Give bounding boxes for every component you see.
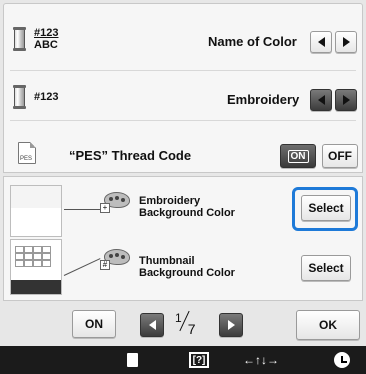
- presser-foot-icon: ←↑↓→: [243, 353, 279, 367]
- settings-panel-top: #123 ABC Name of Color #123 Embroidery P…: [3, 3, 363, 173]
- arrow-right-icon: [227, 320, 235, 330]
- embroidery-background-select-button[interactable]: Select: [301, 195, 351, 221]
- status-bar: [?] ←↑↓→: [0, 346, 366, 374]
- pes-on-button[interactable]: ON: [280, 144, 316, 168]
- brand-next-button[interactable]: [335, 89, 357, 111]
- thread-spool-icon: [13, 85, 26, 109]
- page-indicator: 17: [175, 310, 195, 337]
- on-button[interactable]: ON: [72, 310, 116, 338]
- arrow-right-icon: [342, 37, 350, 47]
- help-button[interactable]: [?]: [184, 346, 214, 374]
- clock-icon: [334, 352, 350, 368]
- page-next-button[interactable]: [219, 313, 243, 337]
- presser-foot-button[interactable]: ←↑↓→: [236, 346, 286, 374]
- brand-prev-button[interactable]: [310, 89, 332, 111]
- thumbnail-background-label: Thumbnail Background Color: [139, 255, 235, 279]
- thumbnail-grid-icon: #: [100, 260, 110, 270]
- thumbnail-background-preview: [10, 239, 62, 295]
- embroidery-area-icon: +: [100, 203, 110, 213]
- clock-button[interactable]: [330, 346, 354, 374]
- settings-screen: #123 ABC Name of Color #123 Embroidery P…: [0, 0, 366, 374]
- thumbnail-background-select-button[interactable]: Select: [301, 255, 351, 281]
- page-navigation-bar: ON 17 OK: [0, 304, 366, 346]
- page-prev-button[interactable]: [140, 313, 164, 337]
- color-code-bottom: ABC: [34, 39, 58, 51]
- ok-button[interactable]: OK: [296, 310, 360, 340]
- color-code-stack: #123 ABC: [34, 27, 58, 51]
- name-of-color-next-button[interactable]: [335, 31, 357, 53]
- row-color-display-name: #123 ABC Name of Color: [4, 10, 362, 66]
- thread-code-label: #123: [34, 91, 59, 103]
- name-of-color-label: Name of Color: [208, 34, 297, 49]
- arrow-left-icon: [148, 320, 156, 330]
- document-button[interactable]: [120, 346, 144, 374]
- page-total: 7: [187, 321, 196, 337]
- arrow-left-icon: [317, 37, 325, 47]
- divider: [10, 70, 356, 71]
- document-icon: [126, 353, 138, 367]
- thread-spool-icon: [13, 27, 26, 51]
- embroidery-background-label: Embroidery Background Color: [139, 195, 235, 219]
- pointer-line: [64, 209, 104, 210]
- arrow-right-icon: [342, 95, 350, 105]
- pes-thread-code-label: “PES” Thread Code: [69, 148, 192, 163]
- color-code-top: #123: [34, 27, 59, 39]
- embroidery-background-preview: [10, 185, 62, 237]
- embroidery-brand-label: Embroidery: [227, 92, 300, 107]
- pointer-line: [63, 258, 101, 276]
- pes-off-button[interactable]: OFF: [322, 144, 358, 168]
- name-of-color-prev-button[interactable]: [310, 31, 332, 53]
- arrow-left-icon: [317, 95, 325, 105]
- help-icon: [?]: [189, 352, 209, 368]
- row-pes-thread-code: PES “PES” Thread Code ON OFF: [4, 122, 362, 178]
- divider: [10, 120, 356, 121]
- pes-file-icon: PES: [18, 142, 36, 164]
- settings-panel-bottom: + Embroidery Background Color Select # T…: [3, 176, 363, 301]
- page-current: 1: [175, 311, 182, 325]
